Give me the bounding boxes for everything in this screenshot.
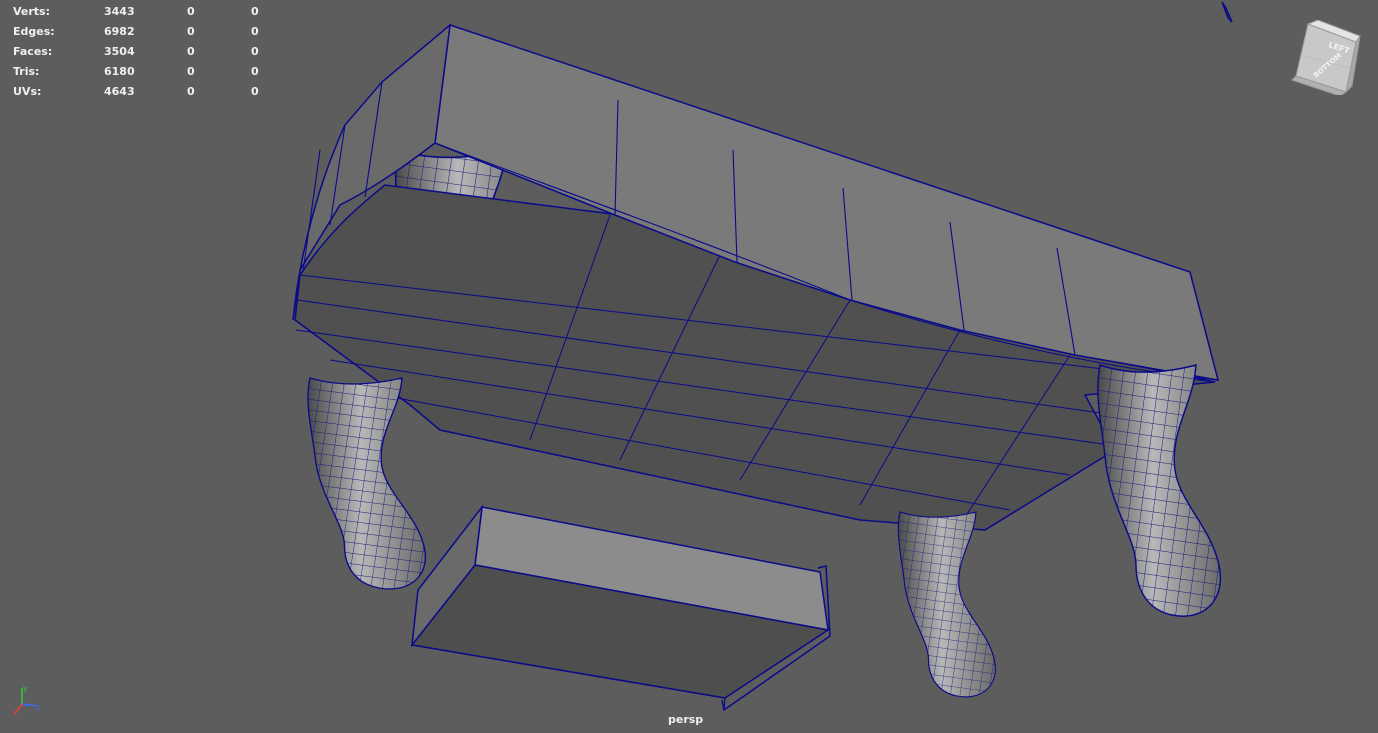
hud-value: 0: [187, 85, 195, 98]
hud-value: 6982: [104, 25, 135, 38]
z-axis-label: z: [36, 703, 40, 712]
axis-gizmo: y z x: [13, 684, 40, 717]
drawer-mesh[interactable]: [410, 504, 831, 712]
hud-value: 0: [187, 45, 195, 58]
camera-name-label: persp: [668, 713, 704, 726]
y-axis-label: y: [23, 684, 28, 693]
table-leg-front-right[interactable]: [897, 511, 996, 698]
hud-row-faces: Faces: 3504 0 0: [13, 42, 283, 62]
hud-label: Faces:: [13, 45, 53, 58]
scene-geometry[interactable]: [0, 0, 1378, 733]
hud-value: 0: [251, 5, 259, 18]
hud-label: Edges:: [13, 25, 55, 38]
stray-object[interactable]: [1221, 1, 1233, 23]
hud-value: 0: [187, 65, 195, 78]
hud-label: Tris:: [13, 65, 40, 78]
hud-value: 6180: [104, 65, 135, 78]
hud-value: 0: [251, 65, 259, 78]
x-axis-line: [16, 703, 23, 712]
hud-value: 0: [251, 25, 259, 38]
table-leg-back-right[interactable]: [1097, 364, 1222, 617]
view-cube[interactable]: LEFT BOTTOM: [1290, 20, 1362, 95]
table-leg-front-left[interactable]: [307, 377, 427, 590]
z-axis-line: [21, 703, 37, 707]
hud-row-tris: Tris: 6180 0 0: [13, 62, 283, 82]
hud-value: 3443: [104, 5, 135, 18]
viewport-persp[interactable]: Verts: 3443 0 0 Edges: 6982 0 0 Faces: 3…: [0, 0, 1378, 733]
hud-value: 0: [251, 85, 259, 98]
hud-label: UVs:: [13, 85, 42, 98]
hud-row-verts: Verts: 3443 0 0: [13, 2, 283, 22]
hud-value: 4643: [104, 85, 135, 98]
hud-value: 0: [251, 45, 259, 58]
hud-row-edges: Edges: 6982 0 0: [13, 22, 283, 42]
x-axis-label: x: [13, 708, 18, 717]
hud-row-uvs: UVs: 4643 0 0: [13, 82, 283, 102]
hud-value: 0: [187, 25, 195, 38]
hud-label: Verts:: [13, 5, 51, 18]
hud-value: 3504: [104, 45, 135, 58]
poly-count-hud: Verts: 3443 0 0 Edges: 6982 0 0 Faces: 3…: [13, 2, 283, 102]
hud-value: 0: [187, 5, 195, 18]
